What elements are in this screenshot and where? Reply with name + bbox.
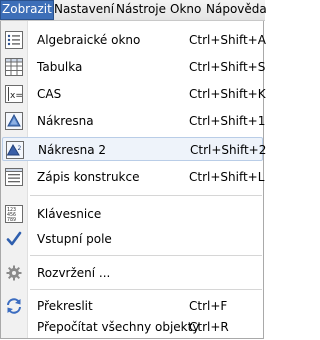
svg-text:x=: x= <box>10 91 23 101</box>
menu-item-label: Přepočítat všechny objekty <box>37 320 200 334</box>
refresh-icon <box>5 297 23 315</box>
menu-item-input-bar[interactable]: Vstupní pole <box>2 227 263 251</box>
menu-item-layout[interactable]: Rozvržení ... <box>2 261 263 285</box>
graphics-view-icon <box>5 112 23 130</box>
menu-item-shortcut: Ctrl+Shift+S <box>189 60 266 74</box>
spreadsheet-icon <box>5 58 23 76</box>
menu-napoveda[interactable]: Nápověda <box>205 0 268 20</box>
keyboard-icon: 123 456 789 <box>5 205 23 223</box>
algebra-view-icon <box>5 31 23 49</box>
menu-item-shortcut: Ctrl+Shift+K <box>189 87 266 101</box>
menu-item-label: Nákresna 2 <box>38 143 106 157</box>
construction-protocol-icon <box>5 168 23 186</box>
menu-item-cas[interactable]: x= CAS Ctrl+Shift+K <box>2 82 266 106</box>
gear-icon <box>5 264 23 282</box>
menu-item-recompute-all[interactable]: Přepočítat všechny objekty Ctrl+R <box>2 315 263 339</box>
menu-item-shortcut: Ctrl+R <box>189 320 229 334</box>
menu-item-label: Klávesnice <box>37 207 102 221</box>
menu-item-label: Rozvržení ... <box>37 266 111 280</box>
menu-item-algebra-view[interactable]: Algebraické okno Ctrl+Shift+A <box>2 28 266 52</box>
svg-text:2: 2 <box>18 145 22 152</box>
svg-text:789: 789 <box>7 217 16 223</box>
menu-nastroje[interactable]: Nástroje <box>115 0 167 20</box>
menu-item-label: Vstupní pole <box>37 232 112 246</box>
menu-okno[interactable]: Okno <box>169 0 202 20</box>
menu-item-label: Algebraické okno <box>37 33 141 47</box>
menu-item-graphics-view-2[interactable]: 2 Nákresna 2 Ctrl+Shift+2 <box>2 137 267 161</box>
menu-item-shortcut: Ctrl+Shift+L <box>189 170 265 184</box>
cas-icon: x= <box>5 85 23 103</box>
menu-zobrazit[interactable]: Zobrazit <box>0 0 54 20</box>
menu-item-shortcut: Ctrl+Shift+2 <box>190 143 267 157</box>
menu-nastaveni[interactable]: Nastavení <box>53 0 115 20</box>
checkmark-icon <box>5 230 23 248</box>
menu-item-label: Tabulka <box>37 60 83 74</box>
graphics-view-2-icon: 2 <box>6 141 24 159</box>
view-dropdown-menu: Algebraické okno Ctrl+Shift+A Tabulka Ct… <box>0 21 267 339</box>
menu-separator <box>30 255 262 256</box>
menu-item-construction-protocol[interactable]: Zápis konstrukce Ctrl+Shift+L <box>2 165 265 189</box>
menu-item-label: Zápis konstrukce <box>37 170 140 184</box>
menu-item-shortcut: Ctrl+Shift+1 <box>189 114 266 128</box>
menu-item-label: Nákresna <box>37 114 94 128</box>
menu-separator <box>30 289 262 290</box>
menu-item-label: CAS <box>37 87 62 101</box>
menu-item-shortcut: Ctrl+Shift+A <box>189 33 266 47</box>
menu-item-keyboard[interactable]: 123 456 789 Klávesnice <box>2 202 263 226</box>
menu-item-spreadsheet[interactable]: Tabulka Ctrl+Shift+S <box>2 55 266 79</box>
menu-bar: Zobrazit Nastavení Nástroje Okno Nápověd… <box>0 0 268 21</box>
menu-separator <box>30 195 262 196</box>
menu-item-graphics-view[interactable]: Nákresna Ctrl+Shift+1 <box>2 109 266 133</box>
